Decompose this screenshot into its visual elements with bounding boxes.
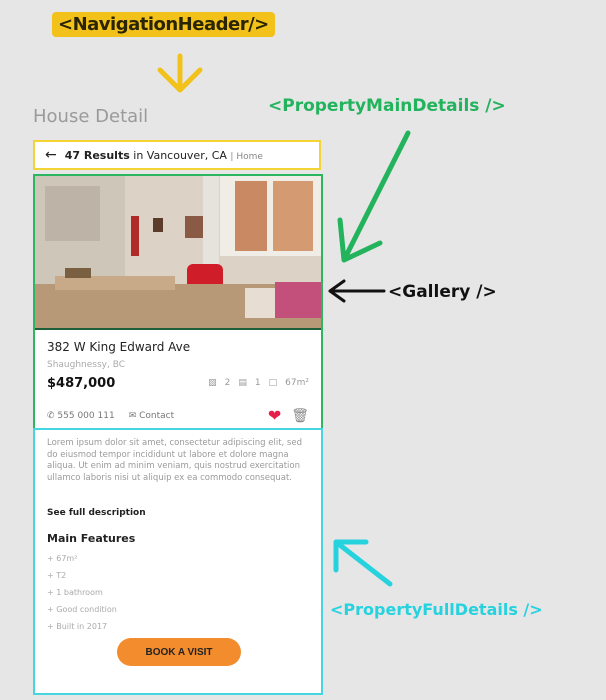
area-value: 67m² xyxy=(285,378,309,388)
navigation-header-annotation: <NavigationHeader/> xyxy=(52,12,275,37)
cyan-arrow-icon xyxy=(333,539,393,587)
back-arrow-icon[interactable]: ← xyxy=(45,147,57,163)
property-full-details-annotation: <PropertyFullDetails /> xyxy=(330,600,543,619)
phone-number: 555 000 111 xyxy=(57,410,115,421)
bath-icon: ▤ xyxy=(238,378,247,388)
feature-item: + T2 xyxy=(47,571,67,580)
feature-item: + 67m² xyxy=(47,554,78,563)
features-list: + 67m² + T2 + 1 bathroom + Good conditio… xyxy=(47,550,117,635)
bed-icon: ▧ xyxy=(208,378,217,388)
yellow-arrow-icon xyxy=(157,53,203,93)
property-description: Lorem ipsum dolor sit amet, consectetur … xyxy=(47,438,302,483)
bed-count: 2 xyxy=(224,378,231,388)
gallery[interactable] xyxy=(35,176,321,330)
results-count: 47 Results xyxy=(64,148,130,162)
property-main-details: 382 W King Edward Ave Shaughnessy, BC $4… xyxy=(33,174,323,430)
feature-item: + 1 bathroom xyxy=(47,588,103,597)
property-price: $487,000 xyxy=(47,376,116,391)
breadcrumb[interactable]: | Home xyxy=(230,152,262,162)
gallery-annotation: <Gallery /> xyxy=(388,282,497,302)
property-main-details-annotation: <PropertyMainDetails /> xyxy=(268,96,506,116)
phone-button[interactable]: ✆ 555 000 111 xyxy=(47,411,115,421)
phone-icon: ✆ xyxy=(47,410,55,421)
room-photo xyxy=(35,176,321,328)
contact-label: Contact xyxy=(139,410,175,421)
property-neighborhood: Shaughnessy, BC xyxy=(47,360,126,370)
heart-icon[interactable]: ❤ xyxy=(268,406,281,425)
black-arrow-icon xyxy=(328,279,386,303)
book-visit-button[interactable]: BOOK A VISIT xyxy=(117,638,241,666)
area-icon: □ xyxy=(268,378,278,388)
property-full-details: Lorem ipsum dolor sit amet, consectetur … xyxy=(33,428,323,695)
green-arrow-icon xyxy=(337,130,411,263)
property-address: 382 W King Edward Ave xyxy=(47,340,191,354)
results-location: in Vancouver, CA xyxy=(133,148,227,162)
navigation-header: ← 47 Results in Vancouver, CA | Home xyxy=(33,140,321,170)
feature-item: + Built in 2017 xyxy=(47,622,108,631)
contact-actions: ✆ 555 000 111 ✉ Contact ❤ 🗑 xyxy=(47,406,309,425)
see-full-description-link[interactable]: See full description xyxy=(47,508,146,518)
main-features-title: Main Features xyxy=(47,532,136,545)
contact-button[interactable]: ✉ Contact xyxy=(129,411,174,421)
property-specs: ▧ 2 ▤ 1 □ 67m² xyxy=(208,378,309,388)
trash-icon[interactable]: 🗑 xyxy=(291,408,309,424)
feature-item: + Good condition xyxy=(47,605,117,614)
page-title: House Detail xyxy=(33,106,149,127)
mail-icon: ✉ xyxy=(128,410,137,421)
bath-count: 1 xyxy=(254,378,261,388)
